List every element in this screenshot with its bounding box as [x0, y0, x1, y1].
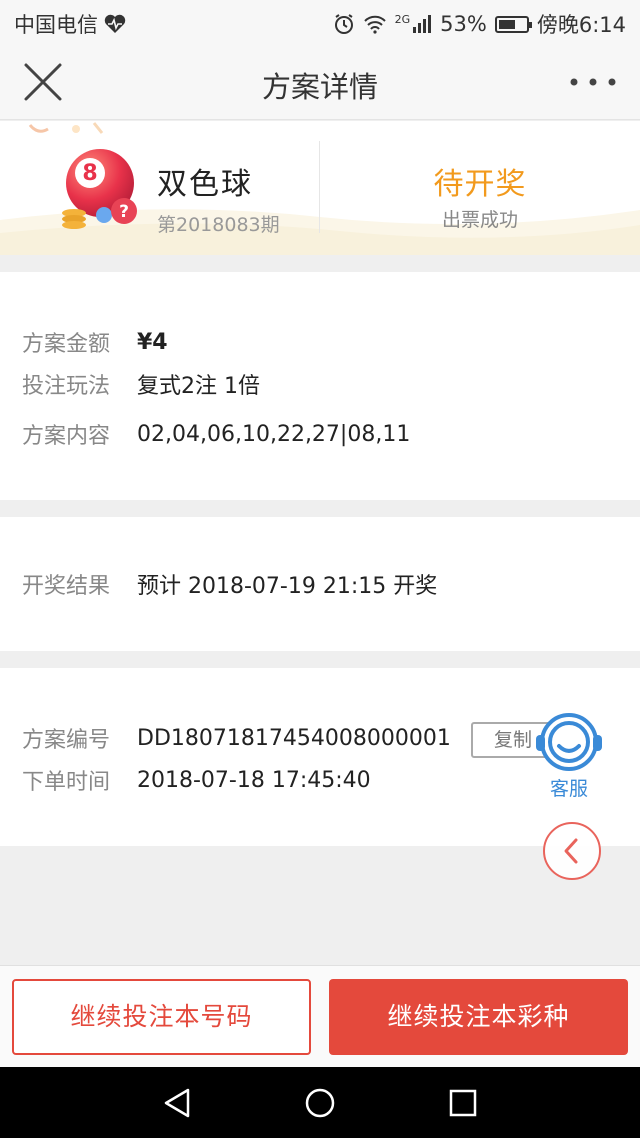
android-nav-bar: [0, 1067, 640, 1138]
customer-service-label: 客服: [549, 778, 588, 800]
confetti-decoration: [28, 122, 104, 134]
back-icon[interactable]: [160, 1087, 194, 1119]
home-icon[interactable]: [303, 1087, 337, 1119]
plan-amount-value: ¥4: [137, 329, 168, 355]
svg-text:?: ?: [119, 202, 129, 222]
plan-amount-row: 方案金额 ¥4: [22, 326, 168, 358]
lottery-issue: 第2018083期: [157, 214, 280, 236]
draw-result-row: 开奖结果 预计 2018-07-19 21:15 开奖: [22, 568, 437, 600]
nav-bar: 方案详情: [0, 44, 640, 120]
recents-icon[interactable]: [446, 1087, 480, 1119]
collapse-button[interactable]: [543, 822, 601, 880]
order-time-value: 2018-07-18 17:45:40: [137, 767, 371, 793]
plan-content-row: 方案内容 02,04,06,10,22,27|08,11: [22, 418, 410, 450]
status-bar: 中国电信 2G 53% 傍晚6:14: [0, 0, 640, 44]
network-type: 2G: [394, 12, 411, 26]
order-time-row: 下单时间 2018-07-18 17:45:40: [22, 764, 371, 796]
draw-result-value: 预计 2018-07-19 21:15 开奖: [137, 574, 438, 599]
battery-icon: [494, 15, 532, 33]
continue-same-numbers-button[interactable]: 继续投注本号码: [12, 979, 311, 1055]
wifi-icon: [363, 15, 386, 34]
lottery-header-card: ? 8 双色球 第2018083期 待开奖 出票成功: [0, 121, 640, 255]
lottery-ball-icon: ? 8: [62, 149, 137, 229]
ticket-status: 出票成功: [441, 209, 518, 231]
signal-icon: [413, 15, 432, 33]
plan-details-card: 方案金额 ¥4 投注玩法 复式2注 1倍 方案内容 02,04,06,10,22…: [0, 272, 640, 500]
headset-icon: [536, 713, 602, 771]
lottery-name: 双色球: [157, 167, 253, 202]
order-id-label: 方案编号: [22, 728, 111, 753]
customer-service-button[interactable]: 客服: [534, 712, 604, 802]
battery-percent: 53%: [440, 12, 487, 36]
play-type-row: 投注玩法 复式2注 1倍: [22, 368, 260, 400]
plan-content-value: 02,04,06,10,22,27|08,11: [137, 421, 411, 447]
status-right: 2G 53% 傍晚6:14: [333, 9, 626, 39]
plan-amount-label: 方案金额: [22, 332, 111, 357]
page-title: 方案详情: [261, 70, 378, 104]
draw-result-label: 开奖结果: [22, 574, 111, 599]
status-left: 中国电信: [14, 9, 126, 39]
order-time-label: 下单时间: [22, 770, 111, 795]
play-type-value: 复式2注 1倍: [137, 374, 260, 399]
chevron-left-icon: [564, 838, 578, 864]
heartbeat-icon: [104, 14, 126, 33]
more-icon[interactable]: [568, 70, 618, 94]
alarm-icon: [334, 14, 353, 34]
draw-status: 待开奖: [433, 167, 527, 202]
bottom-action-bar: 继续投注本号码 继续投注本彩种: [0, 965, 640, 1067]
continue-same-lottery-button[interactable]: 继续投注本彩种: [329, 979, 628, 1055]
order-id-value: DD18071817454008000001: [137, 725, 451, 751]
plan-content-label: 方案内容: [22, 424, 111, 449]
clock-time: 傍晚6:14: [536, 13, 626, 37]
carrier-label: 中国电信: [14, 13, 98, 37]
lottery-badge-number: 8: [82, 161, 97, 186]
order-id-row: 方案编号 DD18071817454008000001: [22, 722, 451, 754]
draw-result-card: 开奖结果 预计 2018-07-19 21:15 开奖: [0, 517, 640, 651]
play-type-label: 投注玩法: [22, 374, 111, 399]
